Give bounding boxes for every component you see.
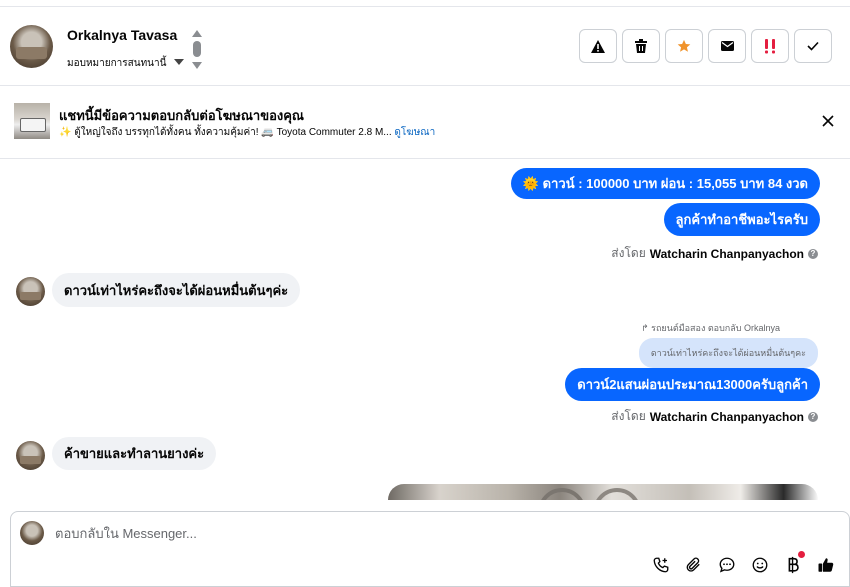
ad-banner-title: แชทนี้มีข้อความตอบกลับต่อโฆษณาของคุณ [59,108,304,123]
trash-icon [635,39,647,53]
sent-by-name: Watcharin Chanpanyachon [649,409,804,424]
photo-attachment[interactable] [388,484,818,500]
envelope-icon [720,41,734,51]
chat-bubble-icon [719,557,735,573]
chevron-up-icon[interactable] [192,30,202,37]
ad-banner-subtitle: ✨ ตู้ใหญ่ใจถึง บรรทุกได้ทั้งคน ทั้งความค… [59,125,435,140]
chevron-down-icon[interactable] [174,59,184,65]
ad-text: ✨ ตู้ใหญ่ใจถึง บรรทุกได้ทั้งคน ทั้งความค… [59,127,392,138]
notification-dot [798,551,805,558]
outgoing-message[interactable]: ลูกค้าทำอาชีพอะไรครับ [663,203,820,236]
sender-avatar[interactable] [16,277,45,306]
info-icon[interactable]: ? [808,248,818,259]
message-thread[interactable]: 🌞 ดาวน์ : 100000 บาท ผ่อน : 15,055 บาท 8… [0,160,850,500]
emoji-button[interactable] [749,554,771,576]
like-button[interactable] [815,554,837,576]
attach-button[interactable] [683,554,705,576]
sender-avatar[interactable] [16,441,45,470]
outgoing-message[interactable]: ดาวน์2แสนผ่อนประมาณ13000ครับลูกค้า [565,368,820,401]
contact-name[interactable]: Orkalnya Tavasa [67,27,177,43]
thumbs-up-icon [818,558,834,572]
sent-by-prefix: ส่งโดย [611,409,646,423]
baht-icon [788,556,799,574]
ad-thumbnail[interactable] [14,103,50,139]
sent-by-label: ส่งโดย Watcharin Chanpanyachon ? [611,407,818,426]
reply-context: ↱ รถยนต์มือสอง ตอบกลับ Orkalnya [641,323,780,333]
star-icon [677,39,691,52]
close-icon[interactable] [820,113,836,129]
report-spam-button[interactable] [579,29,617,63]
call-add-icon [653,557,669,573]
emoji-icon [752,557,768,573]
delete-button[interactable] [622,29,660,63]
assign-conversation-label[interactable]: มอบหมายการสนทนานี้ [67,56,166,71]
message-composer [10,511,850,587]
scroll-handle-icon [193,41,201,57]
double-exclamation-icon [765,38,775,53]
chevron-down-icon[interactable] [192,62,202,69]
conversation-header: Orkalnya Tavasa มอบหมายการสนทนานี้ [0,6,850,86]
mark-unread-button[interactable] [708,29,746,63]
saved-replies-button[interactable] [716,554,738,576]
quoted-message[interactable]: ดาวน์เท่าไหร่คะถึงจะได้ผ่อนหมื่นต้นๆคะ [638,338,818,368]
star-button[interactable] [665,29,703,63]
mark-done-button[interactable] [794,29,832,63]
page-avatar [20,521,44,545]
incoming-message[interactable]: ดาวน์เท่าไหร่คะถึงจะได้ผ่อนหมื่นต้นๆค่ะ [52,273,301,307]
view-ad-link[interactable]: ดูโฆษณา [394,127,435,138]
reply-input[interactable] [55,520,655,546]
sent-by-prefix: ส่งโดย [611,246,646,260]
composer-tools [650,551,837,576]
payment-button[interactable] [782,551,805,576]
conversation-stepper[interactable] [190,30,204,76]
sent-by-name: Watcharin Chanpanyachon [649,246,804,261]
header-actions [579,29,832,63]
outgoing-message[interactable]: 🌞 ดาวน์ : 100000 บาท ผ่อน : 15,055 บาท 8… [510,168,820,199]
sent-by-label: ส่งโดย Watcharin Chanpanyachon ? [611,244,818,263]
check-icon [807,41,819,51]
paperclip-icon [686,557,700,572]
contact-avatar[interactable] [10,25,53,68]
mark-important-button[interactable] [751,29,789,63]
call-add-button[interactable] [650,554,672,576]
warning-icon [591,39,605,53]
incoming-message[interactable]: ค้าขายและทำลานยางค่ะ [52,437,217,470]
info-icon[interactable]: ? [808,411,818,422]
ad-reply-banner: แชทนี้มีข้อความตอบกลับต่อโฆษณาของคุณ ✨ ต… [0,87,850,159]
